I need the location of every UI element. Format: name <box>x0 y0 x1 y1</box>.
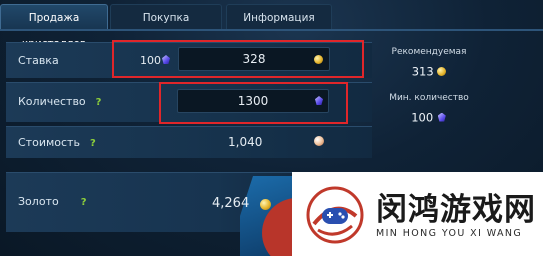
currency-coin-icon <box>314 136 324 146</box>
watermark-subtitle: MIN HONG YOU XI WANG <box>376 228 523 239</box>
gold-label: Золото? <box>18 195 87 208</box>
quantity-help-icon[interactable]: ? <box>96 97 102 108</box>
bid-label: Ставка <box>18 54 59 67</box>
quantity-label: Количество? <box>18 95 101 108</box>
cost-help-icon[interactable]: ? <box>90 138 96 149</box>
cost-label-text: Стоимость <box>18 136 80 149</box>
tab-sell-crystals[interactable]: Продажа кристаллов <box>0 4 108 50</box>
highlight-frame-quantity <box>159 82 348 124</box>
watermark: 闵鸿游戏网 MIN HONG YOU XI WANG <box>292 172 543 256</box>
cost-value: 1,040 <box>228 135 263 149</box>
gold-coin-icon <box>260 199 271 210</box>
min-quantity-value-line: 100 <box>384 110 474 125</box>
recommended-panel: Рекомендуемая 313 <box>384 47 474 79</box>
tab-buy-crystals[interactable]: Покупка кристаллов <box>110 4 222 50</box>
recommended-value-line: 313 <box>384 64 474 79</box>
min-quantity-label: Мин. количество <box>389 93 469 103</box>
tab-bar: Продажа кристаллов Покупка кристаллов Ин… <box>0 4 543 50</box>
highlight-frame-bid <box>112 40 364 78</box>
min-quantity-panel: Мин. количество 100 <box>384 93 474 125</box>
recommended-value: 313 <box>411 64 434 79</box>
gold-label-text: Золото <box>18 195 59 208</box>
quantity-label-text: Количество <box>18 95 86 108</box>
min-quantity-value: 100 <box>411 110 434 125</box>
watermark-title: 闵鸿游戏网 <box>376 192 536 228</box>
crystal-icon <box>437 113 447 123</box>
crystal-exchange-window: Продажа кристаллов Покупка кристаллов Ин… <box>0 0 543 256</box>
gold-coin-icon <box>437 67 447 76</box>
tab-information[interactable]: Информация <box>226 4 332 30</box>
recommended-label: Рекомендуемая <box>391 47 467 57</box>
cost-label: Стоимость? <box>18 136 96 149</box>
gold-value: 4,264 <box>212 196 250 211</box>
gold-help-icon[interactable]: ? <box>81 197 87 208</box>
gamepad-logo-icon <box>306 186 364 244</box>
tab-divider <box>0 29 543 31</box>
